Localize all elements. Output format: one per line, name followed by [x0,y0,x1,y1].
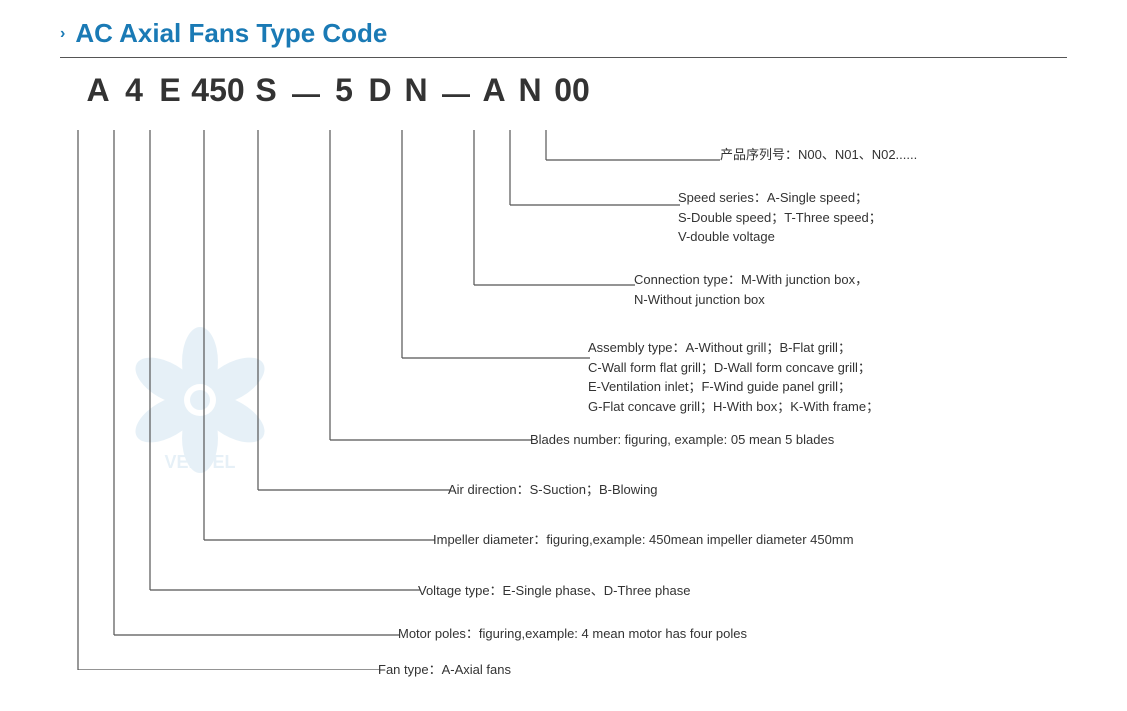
letter-450: 450 [188,72,248,109]
annotation-speed-series: Speed series：A-Single speed； S-Double sp… [678,188,882,247]
annotation-motor-poles: Motor poles：figuring,example: 4 mean mot… [398,624,747,644]
annotation-connection-type: Connection type：M-With junction box， N-W… [634,270,868,309]
type-code-row: A 4 E 450 S — 5 D N — A N 00 [60,72,1067,110]
annotation-assembly-type: Assembly type：A-Without grill；B-Flat gri… [588,338,879,416]
letter-N: N [398,72,434,109]
page-title: AC Axial Fans Type Code [75,18,387,49]
letter-A: A [80,72,116,109]
dash-1: — [284,72,326,110]
annotation-blades-number: Blades number: figuring, example: 05 mea… [530,430,834,450]
annotation-voltage-type: Voltage type：E-Single phase、D-Three phas… [418,581,690,601]
annotation-fan-type: Fan type：A-Axial fans [378,660,511,680]
letter-A2: A [476,72,512,109]
letter-00: 00 [548,72,596,109]
header-divider [60,57,1067,58]
letter-4: 4 [116,72,152,109]
dash-2: — [434,72,476,110]
letter-E: E [152,72,188,109]
letter-D: D [362,72,398,109]
annotation-product-series: 产品序列号：N00、N01、N02...... [720,145,917,165]
letter-S: S [248,72,284,109]
diagram-area: VENTEL [60,100,1067,670]
letter-5: 5 [326,72,362,109]
page-container: › AC Axial Fans Type Code A 4 E 450 S — … [0,0,1127,711]
letter-N2: N [512,72,548,109]
annotation-air-direction: Air direction：S-Suction；B-Blowing [448,480,658,500]
header: › AC Axial Fans Type Code [60,18,1067,49]
annotation-impeller-diameter: Impeller diameter：figuring,example: 450m… [433,530,854,550]
chevron-icon: › [60,25,65,43]
